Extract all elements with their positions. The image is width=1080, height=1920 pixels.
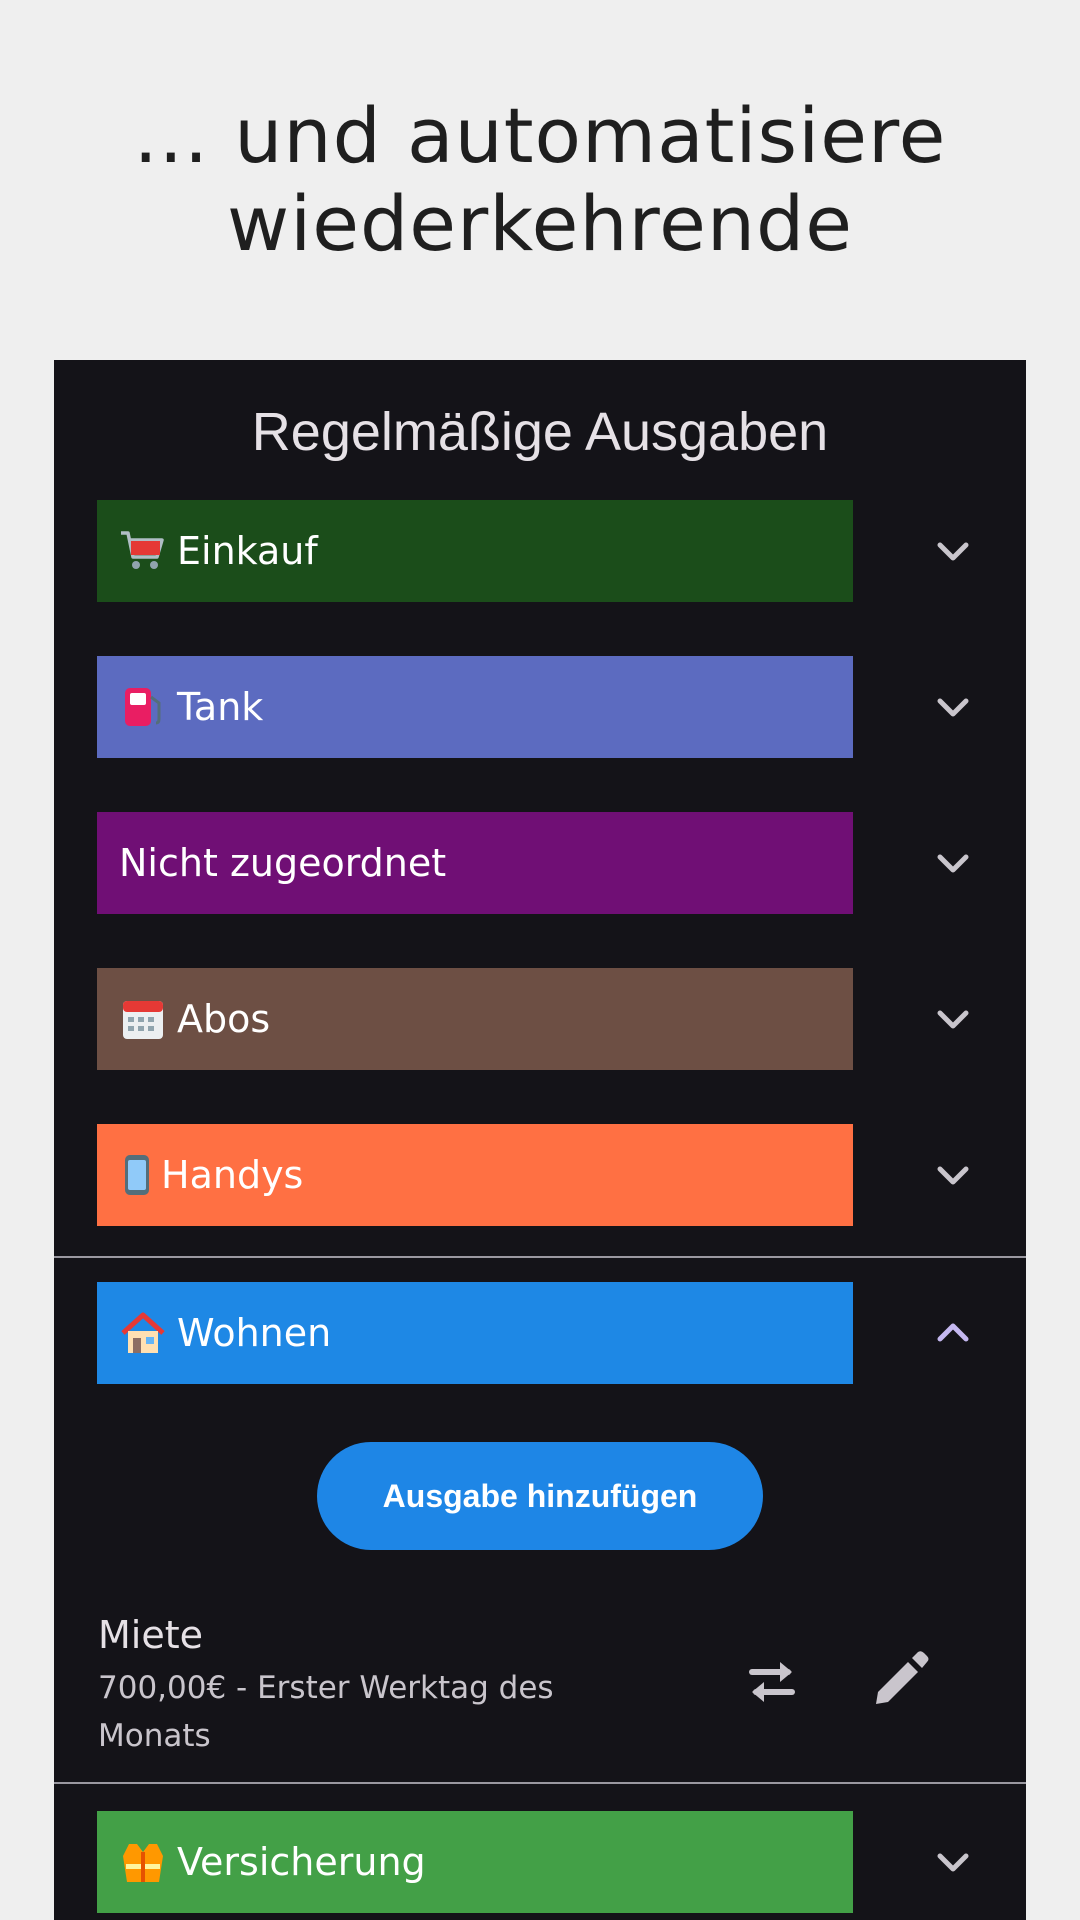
swap-icon[interactable] [740,1650,804,1714]
category-row-abos: Abos [97,968,1026,1070]
category-row-wohnen: Wohnen [97,1282,1026,1384]
category-abos[interactable]: Abos [97,968,853,1070]
expense-details: 700,00€ - Erster Werktag des Monats [98,1670,554,1754]
category-row-handys: Handys [97,1124,1026,1226]
divider [54,1256,1026,1258]
mobile-phone-icon [119,1153,155,1197]
category-versicherung[interactable]: Versicherung [97,1811,853,1913]
category-label: Wohnen [177,1311,332,1355]
category-wohnen[interactable]: Wohnen [97,1282,853,1384]
category-label: Versicherung [177,1840,426,1884]
chevron-down-icon[interactable] [935,848,971,878]
category-nicht-zugeordnet[interactable]: Nicht zugeordnet [97,812,853,914]
fuel-pump-icon [119,685,167,729]
category-label: Einkauf [177,529,318,573]
category-row-nicht-zugeordnet: Nicht zugeordnet [97,812,1026,914]
add-expense-button[interactable]: Ausgabe hinzufügen [317,1442,763,1550]
category-label: Handys [161,1153,304,1197]
safety-vest-icon [119,1840,167,1884]
page-title: Regelmäßige Ausgaben [251,402,829,462]
category-handys[interactable]: Handys [97,1124,853,1226]
chevron-down-icon[interactable] [935,1004,971,1034]
category-einkauf[interactable]: Einkauf [97,500,853,602]
category-row-tank: Tank [97,656,1026,758]
category-label: Abos [177,997,271,1041]
promo-headline: ... und automatisiere wiederkehrende [0,92,1080,268]
app-screen: Regelmäßige Ausgaben Einkauf Tank Nicht … [54,360,1026,1920]
expense-title: Miete [98,1613,204,1657]
chevron-down-icon[interactable] [935,692,971,722]
house-icon [119,1311,167,1355]
category-row-einkauf: Einkauf [97,500,1026,602]
promo-headline-line-1: ... und automatisiere [133,91,947,180]
category-tank[interactable]: Tank [97,656,853,758]
chevron-down-icon[interactable] [935,536,971,566]
category-label: Nicht zugeordnet [119,841,447,885]
chevron-down-icon[interactable] [935,1160,971,1190]
chevron-down-icon[interactable] [935,1847,971,1877]
calendar-icon [119,997,167,1041]
chevron-up-icon[interactable] [935,1318,971,1348]
category-label: Tank [177,685,264,729]
shopping-cart-icon [119,529,167,573]
divider [54,1782,1026,1784]
edit-icon[interactable] [868,1648,932,1712]
promo-headline-line-2: wiederkehrende [226,179,853,268]
category-row-versicherung: Versicherung [97,1811,1026,1913]
